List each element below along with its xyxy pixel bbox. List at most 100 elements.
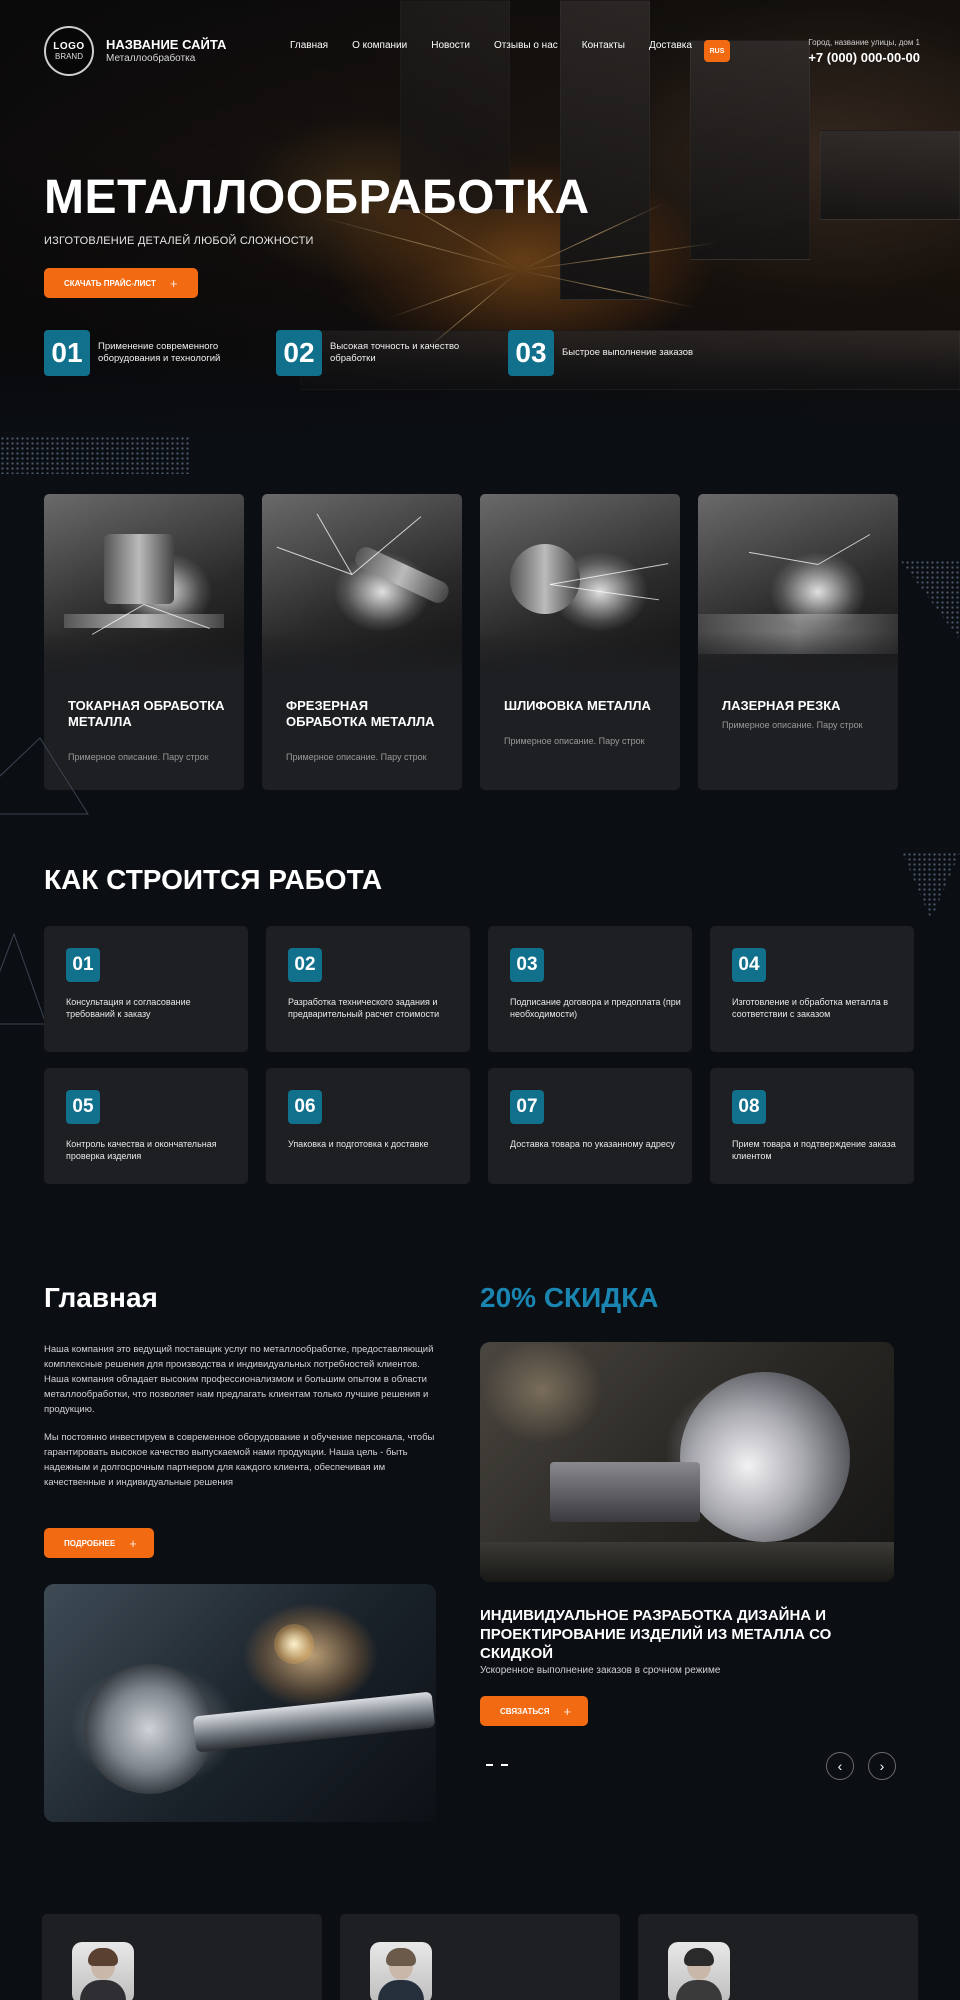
hero-feature: 01 Применение современного оборудования …: [44, 330, 238, 376]
avatar: [72, 1942, 134, 2000]
step-text: Контроль качества и окончательная провер…: [66, 1139, 217, 1161]
step-text: Доставка товара по указанному адресу: [510, 1139, 675, 1149]
download-price-label: СКАЧАТЬ ПРАЙС-ЛИСТ: [64, 278, 156, 288]
tool-part: [64, 614, 224, 628]
tool-part: [352, 543, 452, 607]
about-paragraph: Мы постоянно инвестируем в современное о…: [44, 1432, 435, 1488]
nav-about[interactable]: О компании: [352, 40, 407, 51]
service-card-milling[interactable]: ФРЕЗЕРНАЯ ОБРАБОТКА МЕТАЛЛА Примерное оп…: [262, 494, 462, 790]
service-name: ТОКАРНАЯ ОБРАБОТКА МЕТАЛЛА: [68, 698, 225, 729]
language-button[interactable]: RUS: [704, 40, 730, 62]
team-card: [638, 1914, 918, 2000]
process-step: 03 Подписание договора и предоплата (при…: [488, 926, 692, 1052]
process-step: 02 Разработка технического задания и пре…: [266, 926, 470, 1052]
avatar-hair: [386, 1948, 416, 1966]
logo[interactable]: LOGO BRAND: [44, 26, 94, 76]
step-number: 02: [288, 948, 322, 982]
contact-label: СВЯЗАТЬСЯ: [500, 1706, 550, 1716]
step-number: 03: [510, 948, 544, 982]
spark-glow: [274, 1624, 314, 1664]
nav-home[interactable]: Главная: [290, 40, 328, 51]
step-text: Подписание договора и предоплата (при не…: [510, 997, 681, 1019]
slider-prev-button[interactable]: ‹: [826, 1752, 854, 1780]
step-number: 04: [732, 948, 766, 982]
step-number: 08: [732, 1090, 766, 1124]
process-title: КАК СТРОИТСЯ РАБОТА: [44, 864, 383, 895]
service-name: ШЛИФОВКА МЕТАЛЛА: [504, 698, 651, 713]
service-image: [44, 494, 244, 672]
logo-brand-text: BRAND: [54, 52, 83, 61]
process-step: 06 Упаковка и подготовка к доставке: [266, 1068, 470, 1184]
process-step: 07 Доставка товара по указанному адресу: [488, 1068, 692, 1184]
nav-reviews[interactable]: Отзывы о нас: [494, 40, 558, 51]
service-description: Примерное описание. Пару строк: [286, 752, 427, 762]
site-title: НАЗВАНИЕ САЙТА: [106, 37, 227, 52]
process-step: 01 Консультация и согласование требовани…: [44, 926, 248, 1052]
image-fade: [44, 632, 244, 672]
avatar: [370, 1942, 432, 2000]
spark: [817, 534, 871, 565]
hero-feature: 02 Высокая точность и качество обработки: [276, 330, 470, 376]
more-label: ПОДРОБНЕЕ: [64, 1538, 116, 1548]
contact-button[interactable]: СВЯЗАТЬСЯ +: [480, 1696, 588, 1726]
about-title: Главная: [44, 1282, 158, 1313]
service-image: [480, 494, 680, 672]
avatar-body: [676, 1980, 722, 2000]
feature-text: Высокая точность и качество обработки: [330, 341, 460, 364]
team-card: [42, 1914, 322, 2000]
slider-pagination: [486, 1764, 508, 1766]
grinding-disc: [510, 544, 580, 614]
step-number: 07: [510, 1090, 544, 1124]
plus-icon: +: [563, 1703, 572, 1719]
main-nav: Главная О компании Новости Отзывы о нас …: [290, 40, 716, 51]
step-text: Изготовление и обработка металла в соотв…: [732, 997, 888, 1019]
chevron-right-icon: ›: [879, 1758, 885, 1774]
phone-number[interactable]: +7 (000) 000-00-00: [760, 50, 920, 65]
plus-icon: +: [129, 1535, 137, 1551]
hero-feature: 03 Быстрое выполнение заказов: [508, 330, 702, 376]
service-description: Примерное описание. Пару строк: [504, 736, 645, 746]
discount-subtitle: Ускоренное выполнение заказов в срочном …: [480, 1665, 721, 1676]
nav-delivery[interactable]: Доставка: [649, 40, 692, 51]
slider-next-button[interactable]: ›: [868, 1752, 896, 1780]
metal-shaft: [192, 1691, 436, 1753]
slider-dot[interactable]: [486, 1764, 493, 1766]
plus-icon: +: [169, 275, 178, 291]
slider-dot[interactable]: [501, 1764, 508, 1766]
image-fade: [698, 632, 898, 672]
service-card-grinding[interactable]: ШЛИФОВКА МЕТАЛЛА Примерное описание. Пар…: [480, 494, 680, 790]
hero-subtitle: ИЗГОТОВЛЕНИЕ ДЕТАЛЕЙ ЛЮБОЙ СЛОЖНОСТИ: [44, 235, 314, 247]
image-fade: [480, 632, 680, 672]
address: Город, название улицы, дом 1: [808, 38, 920, 47]
more-button[interactable]: ПОДРОБНЕЕ +: [44, 1528, 154, 1558]
step-number: 06: [288, 1090, 322, 1124]
team-card: [340, 1914, 620, 2000]
nav-news[interactable]: Новости: [431, 40, 470, 51]
hero-title: МЕТАЛЛООБРАБОТКА: [44, 171, 590, 224]
step-text: Прием товара и подтверждение заказа клие…: [732, 1139, 896, 1161]
service-image: [698, 494, 898, 672]
discount-title: 20% СКИДКА: [480, 1282, 659, 1313]
feature-number: 03: [508, 330, 554, 376]
feature-text: Применение современного оборудования и т…: [98, 341, 221, 364]
chevron-left-icon: ‹: [837, 1758, 843, 1774]
grinding-photo: [44, 1584, 436, 1822]
outline-triangle: [0, 932, 47, 1025]
discount-heading: ИНДИВИДУАЛЬНОЕ РАЗРАБОТКА ДИЗАЙНА И ПРОЕ…: [480, 1607, 832, 1662]
download-price-button[interactable]: СКАЧАТЬ ПРАЙС-ЛИСТ +: [44, 268, 198, 298]
lathe-bed: [480, 1542, 894, 1582]
avatar-hair: [88, 1948, 118, 1966]
step-number: 01: [66, 948, 100, 982]
avatar: [668, 1942, 730, 2000]
lathe-photo: [480, 1342, 894, 1582]
process-step: 08 Прием товара и подтверждение заказа к…: [710, 1068, 914, 1184]
service-card-laser[interactable]: ЛАЗЕРНАЯ РЕЗКА Примерное описание. Пару …: [698, 494, 898, 790]
avatar-body: [80, 1980, 126, 2000]
step-text: Упаковка и подготовка к доставке: [288, 1139, 429, 1149]
feature-number: 02: [276, 330, 322, 376]
nav-contacts[interactable]: Контакты: [582, 40, 625, 51]
service-image: [262, 494, 462, 672]
service-description: Примерное описание. Пару строк: [722, 720, 863, 730]
image-fade: [262, 632, 462, 672]
service-name: ЛАЗЕРНАЯ РЕЗКА: [722, 698, 841, 713]
